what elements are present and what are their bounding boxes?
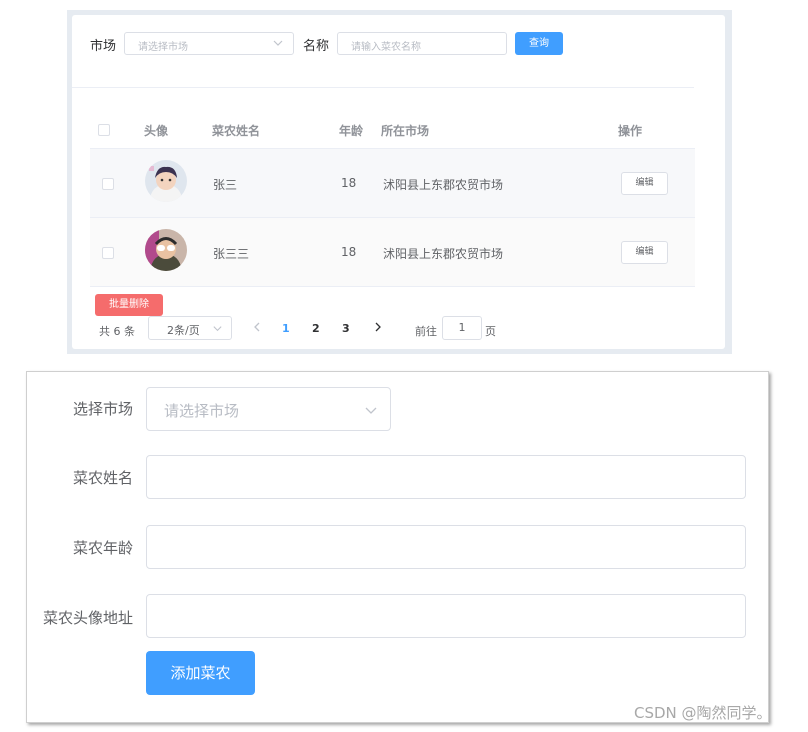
header-name: 菜农姓名 (212, 124, 261, 138)
search-divider (72, 87, 694, 88)
header-avatar: 头像 (144, 124, 169, 138)
watermark: CSDN @陶然同学。 (634, 704, 772, 722)
farmer-age: 18 (341, 245, 357, 259)
market-filter-label: 市场 (90, 39, 117, 54)
farmer-list-card: 市场 请选择市场 名称 请输入菜农名称 查询 头像 菜农姓名 年龄 所在市场 操… (72, 15, 725, 349)
farmer-name: 张三 (213, 178, 238, 192)
farmer-market: 沭阳县上东郡农贸市场 (383, 178, 504, 192)
header-market: 所在市场 (381, 124, 430, 138)
avatar (145, 229, 187, 271)
chevron-down-icon (213, 326, 222, 332)
pagination: 共 6 条 2条/页 1 2 3 前往 1 页 (72, 313, 725, 343)
farmer-list-panel: 市场 请选择市场 名称 请输入菜农名称 查询 头像 菜农姓名 年龄 所在市场 操… (67, 10, 732, 354)
chevron-down-icon (365, 407, 377, 414)
add-farmer-button[interactable]: 添加菜农 (146, 651, 255, 695)
avatar-url-field-label: 菜农头像地址 (42, 609, 133, 627)
pagination-total: 共 6 条 (99, 325, 135, 338)
farmer-name: 张三三 (213, 247, 250, 261)
age-field-label: 菜农年龄 (72, 539, 133, 557)
farmer-age: 18 (341, 176, 357, 190)
name-input[interactable] (146, 455, 746, 499)
table-row: 张三三 18 沭阳县上东郡农贸市场 编辑 (90, 218, 695, 287)
market-select[interactable]: 请选择市场 (146, 387, 391, 431)
page-number-1[interactable]: 1 (282, 322, 290, 335)
select-all-checkbox[interactable] (98, 124, 110, 136)
chevron-left-icon[interactable] (252, 321, 262, 333)
row-checkbox[interactable] (102, 178, 114, 190)
chevron-down-icon (273, 40, 283, 46)
name-filter-input[interactable]: 请输入菜农名称 (337, 32, 507, 55)
farmer-table: 头像 菜农姓名 年龄 所在市场 操作 张三 18 沭阳县上东郡农贸市场 编辑 张… (90, 109, 695, 287)
page-number-2[interactable]: 2 (312, 322, 320, 335)
market-field-label: 选择市场 (72, 400, 133, 418)
avatar-url-input[interactable] (146, 594, 746, 638)
page-size-select[interactable]: 2条/页 (148, 316, 232, 340)
header-actions: 操作 (618, 124, 643, 138)
market-select-placeholder: 请选择市场 (164, 402, 240, 420)
table-header: 头像 菜农姓名 年龄 所在市场 操作 (90, 109, 695, 149)
name-field-label: 菜农姓名 (72, 469, 133, 487)
name-filter-placeholder: 请输入菜农名称 (351, 42, 421, 53)
goto-label: 前往 (415, 325, 437, 338)
page-size-value: 2条/页 (167, 324, 200, 337)
name-filter-label: 名称 (303, 39, 330, 54)
market-filter-select[interactable]: 请选择市场 (124, 32, 294, 55)
edit-button[interactable]: 编辑 (621, 241, 668, 264)
header-age: 年龄 (339, 124, 364, 138)
query-button[interactable]: 查询 (515, 32, 563, 55)
market-filter-placeholder: 请选择市场 (138, 42, 188, 53)
search-bar: 市场 请选择市场 名称 请输入菜农名称 查询 (72, 15, 725, 87)
avatar (145, 160, 187, 202)
chevron-right-icon[interactable] (373, 321, 383, 333)
add-farmer-form: 选择市场 请选择市场 菜农姓名 菜农年龄 菜农头像地址 添加菜农 (26, 371, 769, 723)
age-input[interactable] (146, 525, 746, 569)
page-suffix: 页 (485, 325, 496, 338)
row-checkbox[interactable] (102, 247, 114, 259)
table-row: 张三 18 沭阳县上东郡农贸市场 编辑 (90, 149, 695, 218)
page-number-3[interactable]: 3 (342, 322, 350, 335)
goto-page-input[interactable]: 1 (442, 316, 482, 340)
edit-button[interactable]: 编辑 (621, 172, 668, 195)
farmer-market: 沭阳县上东郡农贸市场 (383, 247, 504, 261)
